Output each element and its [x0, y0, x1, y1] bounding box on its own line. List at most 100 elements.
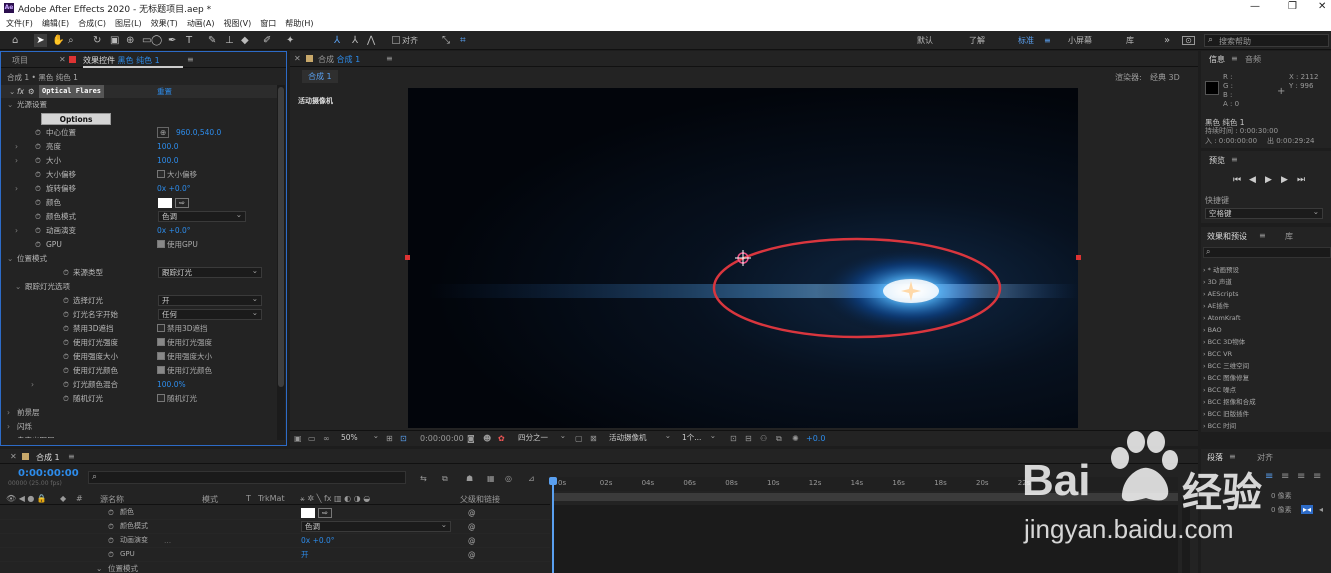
- tab-paragraph[interactable]: 段落: [1207, 452, 1223, 463]
- justify-icon[interactable]: ≡: [1313, 471, 1321, 482]
- comp-mini-flowchart-icon[interactable]: ⇆: [420, 474, 427, 483]
- region-icon[interactable]: ⊡: [400, 434, 407, 443]
- right-edge-handle[interactable]: [1076, 255, 1081, 260]
- camera-select[interactable]: 活动摄像机: [606, 431, 674, 444]
- timeline-timecode[interactable]: 0:00:00:00: [18, 468, 79, 479]
- align-right-icon[interactable]: ≡: [1297, 471, 1305, 482]
- workspace-default[interactable]: 默认: [917, 34, 933, 47]
- zoom-select[interactable]: 50%: [338, 431, 382, 444]
- property-value[interactable]: 100.0: [157, 140, 178, 153]
- expand-icon[interactable]: ›: [15, 154, 18, 167]
- preset-category[interactable]: › BCC 抠像和合成: [1203, 396, 1329, 408]
- menu-file[interactable]: 文件(F): [6, 18, 33, 29]
- eyedropper-icon[interactable]: ⇨: [175, 198, 189, 208]
- col-trkmat[interactable]: TrkMat: [258, 494, 285, 503]
- tab-effects-menu-icon[interactable]: ≡: [1259, 231, 1266, 240]
- show-snapshot-icon[interactable]: ☻: [483, 434, 491, 443]
- snap-grid-icon[interactable]: ⌗: [460, 34, 466, 47]
- sync-icon[interactable]: ⊙: [1182, 36, 1195, 45]
- preset-category[interactable]: › BCC VR: [1203, 348, 1329, 360]
- track-area[interactable]: [552, 505, 1178, 573]
- stopwatch-icon[interactable]: ⏱: [35, 168, 41, 181]
- tab-menu-icon[interactable]: ≡: [187, 55, 194, 64]
- timeline-scrollbar[interactable]: [1182, 499, 1190, 573]
- stopwatch-icon[interactable]: ⏱: [108, 506, 114, 519]
- work-area-bar[interactable]: [552, 493, 1178, 501]
- tab-info[interactable]: 信息: [1209, 54, 1225, 65]
- workspace-standard[interactable]: 标准: [1018, 34, 1034, 47]
- camera-tool-icon[interactable]: ▣: [110, 34, 119, 47]
- property-checkbox[interactable]: 随机灯光: [157, 392, 197, 405]
- ellipse-tool-icon[interactable]: ◯: [151, 34, 162, 47]
- stopwatch-icon[interactable]: ⏱: [35, 126, 41, 139]
- tab-paragraph-menu-icon[interactable]: ≡: [1229, 452, 1236, 461]
- workspace-menu-icon[interactable]: ≡: [1044, 34, 1051, 47]
- clone-stamp-icon[interactable]: ⊥: [225, 34, 234, 47]
- puppet-tool-icon[interactable]: ✦: [286, 34, 294, 47]
- tab-composition[interactable]: 合成 合成 1: [318, 54, 360, 65]
- preset-category[interactable]: › BCC 三维空间: [1203, 360, 1329, 372]
- col-source-name[interactable]: 源名称: [100, 494, 124, 505]
- stopwatch-icon[interactable]: ⏱: [63, 336, 69, 349]
- selection-tool-icon[interactable]: ➤: [34, 34, 47, 47]
- always-preview-icon[interactable]: ▣: [294, 434, 302, 443]
- menu-composition[interactable]: 合成(C): [78, 18, 106, 29]
- workspace-small-screen[interactable]: 小屏幕: [1068, 34, 1092, 47]
- preset-category[interactable]: › BCC 时间: [1203, 420, 1329, 432]
- shy-layers-icon[interactable]: ☗: [466, 474, 473, 483]
- property-checkbox[interactable]: 使用灯光颜色: [157, 364, 212, 377]
- preset-category[interactable]: › * 动画预设: [1203, 264, 1329, 276]
- property-checkbox[interactable]: 使用强度大小: [157, 350, 212, 363]
- property-value[interactable]: 100.0: [157, 154, 178, 167]
- collapse-effect-icon[interactable]: ⌄: [9, 85, 15, 98]
- crosshair-icon[interactable]: ⊕: [157, 127, 170, 138]
- last-frame-icon[interactable]: ⏭: [1297, 175, 1305, 185]
- local-axis-icon[interactable]: ⅄: [334, 34, 340, 47]
- color-swatch[interactable]: [301, 508, 315, 518]
- roi-icon[interactable]: ▢: [575, 434, 583, 443]
- close-comp-tab-icon[interactable]: ✕: [294, 54, 301, 63]
- snap-option-icon[interactable]: ⤡: [442, 34, 450, 47]
- monitor-icon[interactable]: ▭: [308, 434, 316, 443]
- indent-value-1[interactable]: 0 像素: [1271, 491, 1292, 501]
- views-select[interactable]: 1个...: [679, 431, 719, 444]
- preset-category[interactable]: › AtomKraft: [1203, 312, 1329, 324]
- stopwatch-icon[interactable]: ⏱: [63, 322, 69, 335]
- expand-icon[interactable]: ›: [7, 420, 10, 433]
- menu-help[interactable]: 帮助(H): [285, 18, 313, 29]
- property-value[interactable]: 960.0,540.0: [176, 126, 221, 139]
- menu-animation[interactable]: 动画(A): [187, 18, 215, 29]
- stopwatch-icon[interactable]: ⏱: [63, 350, 69, 363]
- left-edge-handle[interactable]: [405, 255, 410, 260]
- text-tool-icon[interactable]: T: [186, 34, 192, 47]
- stopwatch-icon[interactable]: ⏱: [35, 224, 41, 237]
- stopwatch-icon[interactable]: ⏱: [35, 238, 41, 251]
- play-icon[interactable]: ▶: [1265, 175, 1272, 185]
- tab-audio[interactable]: 音频: [1245, 54, 1261, 65]
- playhead-handle[interactable]: [549, 477, 557, 485]
- center-crosshair-icon[interactable]: [735, 250, 751, 266]
- menu-edit[interactable]: 编辑(E): [42, 18, 69, 29]
- preset-category[interactable]: › 3D 声道: [1203, 276, 1329, 288]
- expand-icon[interactable]: ›: [7, 406, 10, 419]
- expand-icon[interactable]: ›: [7, 434, 10, 438]
- property-dropdown[interactable]: 开: [158, 294, 262, 306]
- menu-layer[interactable]: 图层(L): [115, 18, 142, 29]
- pickwhip-icon[interactable]: @: [468, 520, 476, 533]
- pen-tool-icon[interactable]: ✒: [168, 34, 176, 47]
- frame-blending-icon[interactable]: ▦: [487, 474, 495, 483]
- property-checkbox[interactable]: 禁用3D遮挡: [157, 322, 208, 335]
- close-button[interactable]: ✕: [1318, 1, 1326, 12]
- draft-3d-toggle-icon[interactable]: ⧉: [442, 474, 448, 484]
- tab-preview[interactable]: 预览: [1209, 155, 1225, 166]
- tab-effect-controls[interactable]: 效果控件 黑色 纯色 1: [83, 55, 160, 66]
- exposure-icon[interactable]: ✺: [792, 434, 799, 443]
- preset-category[interactable]: › BCC 旧版插件: [1203, 408, 1329, 420]
- minimize-button[interactable]: —: [1250, 1, 1260, 12]
- next-frame-icon[interactable]: ▶: [1281, 175, 1288, 185]
- expand-icon[interactable]: ›: [15, 140, 18, 153]
- motion-blur-icon[interactable]: ◎: [505, 474, 512, 483]
- close-timeline-tab-icon[interactable]: ✕: [10, 452, 17, 461]
- tab-preview-menu-icon[interactable]: ≡: [1231, 155, 1238, 164]
- time-ruler[interactable]: 0s 02s 04s 06s 08s 10s 12s 14s 16s 18s 20s 22s: [552, 477, 1178, 491]
